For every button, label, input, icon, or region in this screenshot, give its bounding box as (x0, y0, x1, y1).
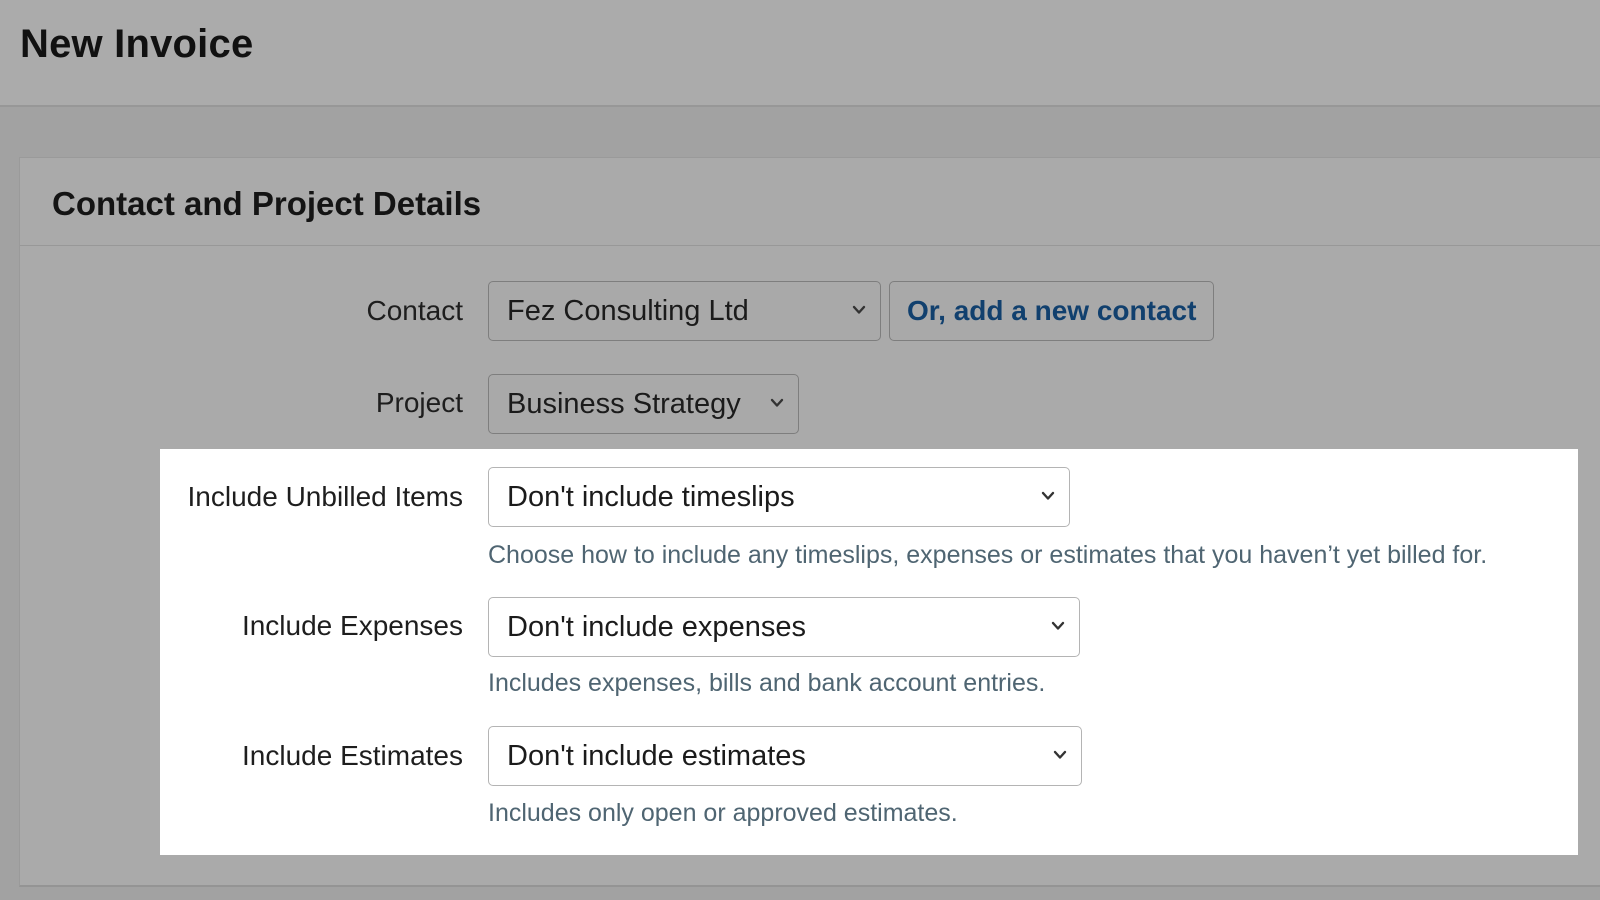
contact-select-value: Fez Consulting Ltd (507, 295, 749, 327)
panel-header: Contact and Project Details (20, 158, 1600, 246)
include-unbilled-select[interactable]: Don't include timeslips (488, 467, 1070, 527)
chevron-down-icon (1051, 621, 1065, 630)
include-estimates-label: Include Estimates (242, 740, 463, 771)
add-new-contact-button[interactable]: Or, add a new contact (889, 281, 1215, 341)
include-expenses-label: Include Expenses (241, 610, 463, 641)
page-title: New Invoice (20, 22, 254, 66)
include-unbilled-value: Don't include timeslips (507, 481, 795, 513)
include-estimates-hint: Includes only open or approved estimates… (488, 799, 958, 827)
chevron-down-icon (770, 398, 784, 407)
contact-label: Contact (366, 295, 464, 326)
include-expenses-select[interactable]: Don't include expenses (488, 597, 1080, 657)
project-select[interactable]: Business Strategy (488, 374, 799, 434)
include-estimates-value: Don't include estimates (507, 740, 806, 772)
include-estimates-select[interactable]: Don't include estimates (488, 726, 1082, 786)
chevron-down-icon (1053, 750, 1067, 759)
include-unbilled-label: Include Unbilled Items (187, 481, 463, 512)
chevron-down-icon (1041, 491, 1055, 500)
include-unbilled-hint: Choose how to include any timeslips, exp… (488, 541, 1488, 569)
top-bar: New Invoice (0, 0, 1600, 107)
project-label: Project (375, 387, 463, 418)
chevron-down-icon (852, 305, 866, 314)
contact-select[interactable]: Fez Consulting Ltd (488, 281, 881, 341)
include-expenses-value: Don't include expenses (507, 611, 806, 643)
panel-title: Contact and Project Details (52, 185, 482, 222)
include-expenses-hint: Includes expenses, bills and bank accoun… (488, 669, 1046, 697)
project-select-value: Business Strategy (507, 388, 741, 420)
